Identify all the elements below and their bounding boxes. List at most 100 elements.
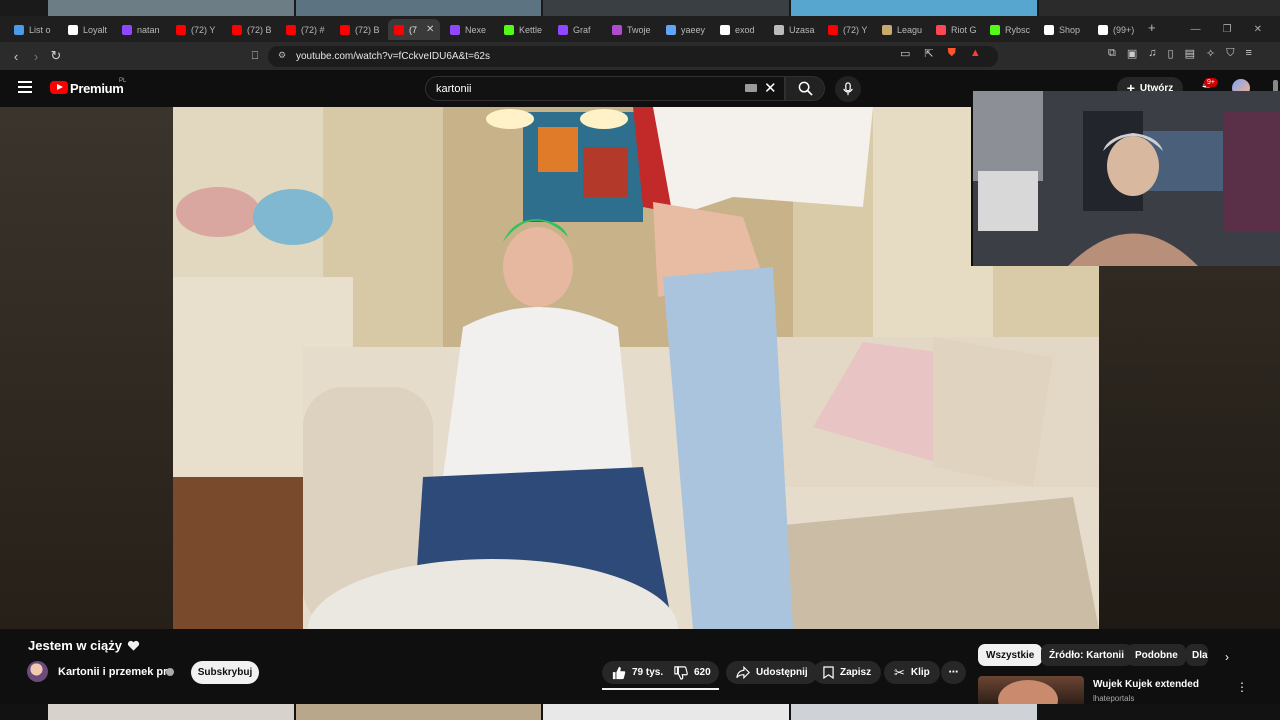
- video-title: Jestem w ciąży: [28, 638, 122, 653]
- forward-icon[interactable]: ›: [27, 47, 45, 65]
- keyboard-icon[interactable]: [745, 84, 757, 92]
- browser-tab[interactable]: Graf: [552, 19, 604, 40]
- thumbnail-strip-top: [0, 0, 1280, 16]
- ai-icon[interactable]: ✧: [1206, 47, 1215, 60]
- tab-favicon-icon: [936, 24, 946, 35]
- recommendation-thumbnail[interactable]: [978, 676, 1084, 706]
- window-controls: — ❐ ✕: [1191, 16, 1280, 42]
- dislike-button[interactable]: 620: [664, 661, 721, 684]
- browser-tab[interactable]: Uzasa: [768, 19, 820, 40]
- more-actions-button[interactable]: ⋯: [941, 661, 966, 684]
- browser-tab[interactable]: Kettle: [498, 19, 550, 40]
- tab-favicon-icon: [14, 24, 24, 35]
- new-tab-button[interactable]: +: [1148, 20, 1156, 35]
- recommendation-title[interactable]: Wujek Kujek extended: [1093, 679, 1199, 690]
- search-input[interactable]: kartonii: [425, 76, 785, 101]
- tab-label: (72) B: [355, 24, 380, 35]
- recommendation-menu-icon[interactable]: ⋮: [1236, 680, 1248, 694]
- minimize-icon[interactable]: —: [1191, 24, 1201, 35]
- browser-tab[interactable]: yaeey: [660, 19, 712, 40]
- browser-tab[interactable]: Nexe: [444, 19, 496, 40]
- tab-favicon-icon: [340, 24, 350, 35]
- hamburger-menu-icon[interactable]: [18, 81, 32, 93]
- thumbnail-strip-bottom: [0, 704, 1280, 720]
- browser-tab[interactable]: (72) Y: [822, 19, 874, 40]
- browser-tab[interactable]: Loyalt: [62, 19, 114, 40]
- tab-label: List o: [29, 24, 51, 35]
- tab-favicon-icon: [990, 24, 1000, 35]
- search-button[interactable]: [785, 76, 825, 101]
- channel-name[interactable]: Kartonii i przemek pro: [58, 666, 174, 678]
- browser-tab[interactable]: Rybsc: [984, 19, 1036, 40]
- cast-icon[interactable]: ▭: [900, 47, 910, 60]
- chip-for-you[interactable]: Dla: [1186, 644, 1208, 666]
- verified-icon: [166, 668, 174, 676]
- close-tab-icon[interactable]: ✕: [426, 24, 434, 35]
- channel-avatar[interactable]: [27, 661, 48, 682]
- like-button[interactable]: 79 tys.: [602, 661, 673, 684]
- back-icon[interactable]: ‹: [7, 47, 25, 65]
- voice-search-button[interactable]: [835, 76, 861, 102]
- search-icon: [798, 81, 813, 96]
- bookmark-icon[interactable]: ⎕: [246, 47, 264, 65]
- browser-tab[interactable]: (72) Y: [170, 19, 222, 40]
- tab-favicon-icon: [68, 24, 78, 35]
- browser-tab[interactable]: exod: [714, 19, 766, 40]
- youtube-logo-icon[interactable]: [50, 81, 68, 94]
- clear-search-icon[interactable]: ✕: [764, 79, 777, 97]
- webcam-frame: [973, 91, 1280, 266]
- chevron-right-icon[interactable]: ›: [1225, 650, 1229, 664]
- recommendation-channel[interactable]: lhateportals: [1093, 694, 1134, 703]
- music-icon[interactable]: ♫: [1148, 47, 1156, 60]
- share-icon: [736, 666, 750, 679]
- tab-label: yaeey: [681, 24, 706, 35]
- browser-tab[interactable]: natan: [116, 19, 168, 40]
- tab-label: Rybsc: [1005, 24, 1031, 35]
- tab-label: Twoje: [627, 24, 651, 35]
- youtube-brand[interactable]: Premium: [70, 81, 124, 96]
- video-player[interactable]: [173, 107, 1099, 629]
- ambient-right: [1099, 265, 1280, 629]
- tab-favicon-icon: [558, 24, 568, 35]
- extensions-icon[interactable]: ⧉: [1108, 47, 1116, 60]
- subscribe-button[interactable]: Subskrybuj: [191, 661, 259, 684]
- search-query: kartonii: [436, 82, 472, 95]
- tab-favicon-icon: [612, 24, 622, 35]
- share-page-icon[interactable]: ⇱: [924, 47, 933, 60]
- site-info-icon[interactable]: ⚙: [278, 50, 286, 61]
- tab-favicon-icon: [1098, 24, 1108, 35]
- brave-shield-icon[interactable]: ⛊: [948, 47, 956, 60]
- menu-icon[interactable]: ≡: [1245, 47, 1251, 60]
- tab-label: (7: [409, 24, 418, 35]
- browser-tab[interactable]: Shop: [1038, 19, 1090, 40]
- clip-button[interactable]: ✂ Klip: [884, 661, 940, 684]
- browser-tab[interactable]: (72) B: [226, 19, 278, 40]
- reload-icon[interactable]: ↻: [47, 47, 65, 65]
- browser-tab[interactable]: Riot G: [930, 19, 982, 40]
- chip-related[interactable]: Podobne: [1127, 644, 1186, 666]
- browser-tab[interactable]: (7 ✕: [388, 19, 440, 40]
- vpn-icon[interactable]: ⛉: [1226, 47, 1234, 60]
- browser-tab[interactable]: Leagu: [876, 19, 928, 40]
- tab-favicon-icon: [122, 24, 132, 35]
- close-window-icon[interactable]: ✕: [1254, 24, 1262, 35]
- screenshot-icon[interactable]: ▣: [1127, 47, 1137, 60]
- browser-tab[interactable]: (99+): [1092, 19, 1144, 40]
- address-bar[interactable]: ⚙ youtube.com/watch?v=fCckveIDU6A&t=62s: [268, 46, 998, 67]
- browser-tab[interactable]: Twoje: [606, 19, 658, 40]
- wallet-icon[interactable]: ▤: [1185, 47, 1195, 60]
- share-button[interactable]: Udostępnij: [726, 661, 818, 684]
- tab-label: Leagu: [897, 24, 923, 35]
- rewards-icon[interactable]: ▲: [970, 47, 981, 60]
- browser-tab[interactable]: (72) #: [280, 19, 332, 40]
- tab-bar: List o Loyalt natan (72) Y (72) B (72) # (72) …: [0, 16, 1280, 42]
- chip-all[interactable]: Wszystkie: [978, 644, 1043, 666]
- browser-tab[interactable]: List o: [8, 19, 60, 40]
- tab-favicon-icon: [666, 24, 676, 35]
- browser-tab[interactable]: (72) B: [334, 19, 386, 40]
- sidebar-icon[interactable]: ▯: [1168, 47, 1174, 60]
- notification-badge: 9+: [1204, 78, 1218, 87]
- save-button[interactable]: Zapisz: [813, 661, 882, 684]
- restore-icon[interactable]: ❐: [1223, 24, 1232, 35]
- chip-source[interactable]: Źródło: Kartonii: [1041, 644, 1132, 666]
